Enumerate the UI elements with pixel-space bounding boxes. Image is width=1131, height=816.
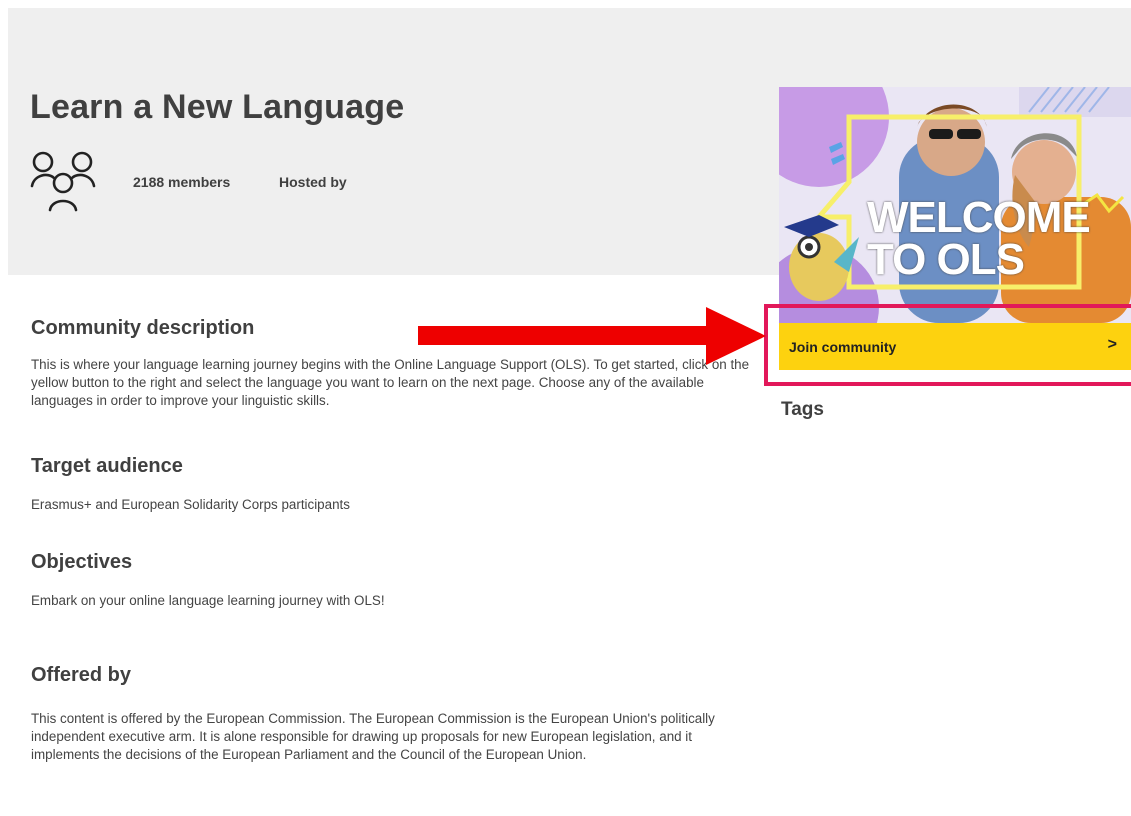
banner-line-2: TO OLS [867,235,1025,284]
hosted-by-label: Hosted by [279,174,347,190]
objectives-heading: Objectives [31,551,133,573]
tags-heading: Tags [781,399,824,420]
banner-line-1: WELCOME [867,193,1091,242]
community-description-heading: Community description [31,317,255,339]
target-audience-heading: Target audience [31,455,183,477]
page-title: Learn a New Language [30,88,405,126]
objectives-text: Embark on your online language learning … [31,593,385,608]
target-audience-text: Erasmus+ and European Solidarity Corps p… [31,497,350,512]
highlight-annotation-box [764,304,1131,386]
members-icon [30,151,96,212]
offered-by-text: This content is offered by the European … [31,711,715,762]
red-arrow-annotation [418,307,766,365]
members-count: 2188 members [133,174,231,190]
welcome-banner: WELCOME TO OLS [779,87,1131,323]
offered-by-heading: Offered by [31,664,132,686]
banner-text: WELCOME TO OLS [867,193,1091,284]
